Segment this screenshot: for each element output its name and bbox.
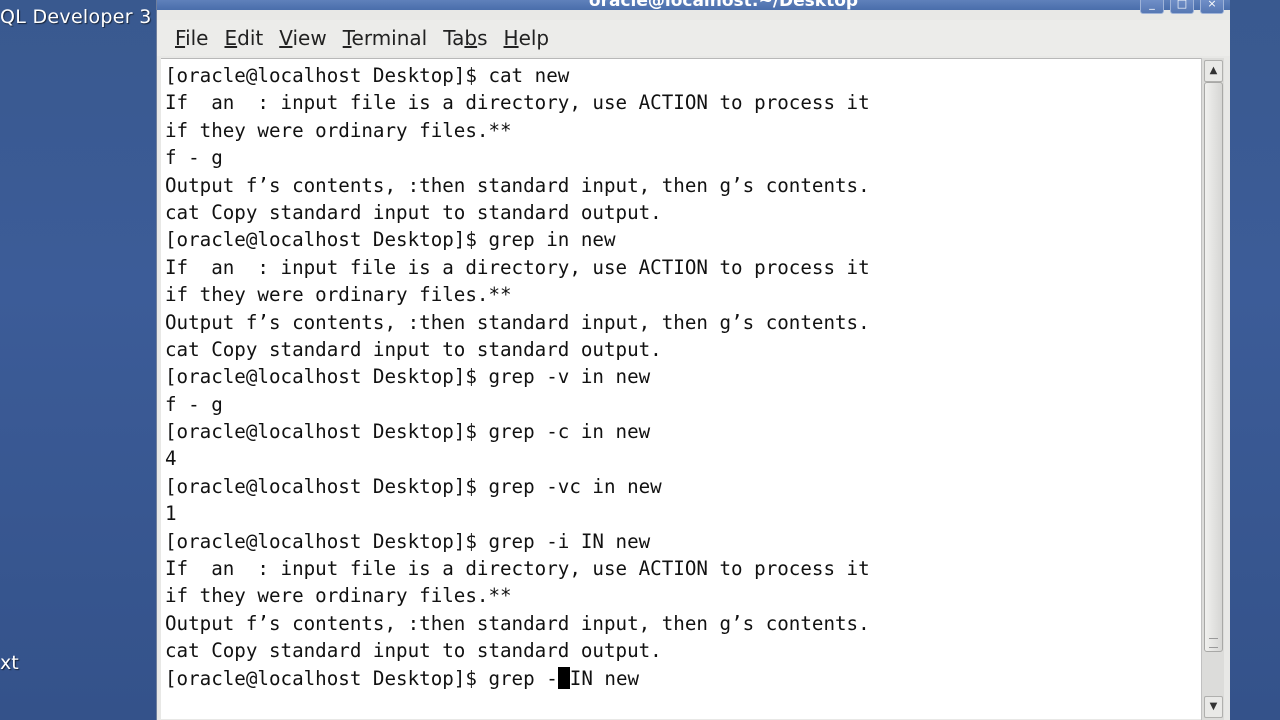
grip-icon [1209, 638, 1218, 648]
terminal-line: if they were ordinary files.** [165, 118, 512, 142]
window-title: oracle@localhost:~/Desktop [588, 0, 859, 10]
terminal-window: oracle@localhost:~/Desktop _ □ × File Edi… [157, 0, 1230, 720]
scroll-down-arrow-icon[interactable]: ▼ [1204, 696, 1223, 718]
scrollbar-thumb[interactable] [1204, 82, 1223, 652]
terminal-line: If an : input file is a directory, use A… [165, 255, 870, 279]
window-titlebar[interactable]: oracle@localhost:~/Desktop [157, 0, 1230, 10]
menu-file[interactable]: File [175, 24, 208, 52]
terminal-line: cat Copy standard input to standard outp… [165, 337, 662, 361]
terminal-line: cat Copy standard input to standard outp… [165, 200, 662, 224]
terminal-output[interactable]: [oracle@localhost Desktop]$ cat new If an… [161, 58, 1201, 719]
terminal-line: If an : input file is a directory, use A… [165, 557, 870, 581]
terminal-line: Output f’s contents, :then standard inpu… [165, 310, 870, 334]
maximize-button[interactable]: □ [1170, 0, 1194, 14]
terminal-line: [oracle@localhost Desktop]$ grep -i IN n… [165, 529, 651, 553]
terminal-line: if they were ordinary files.** [165, 584, 512, 608]
menu-help[interactable]: Help [504, 24, 550, 52]
terminal-lines: [oracle@localhost Desktop]$ cat new If an… [165, 62, 870, 692]
terminal-line: [oracle@localhost Desktop]$ grep -v in n… [165, 365, 651, 389]
terminal-line: Output f’s contents, :then standard inpu… [165, 611, 870, 635]
terminal-line: [oracle@localhost Desktop]$ grep -c in n… [165, 420, 651, 444]
terminal-line: Output f’s contents, :then standard inpu… [165, 173, 870, 197]
terminal-line: 1 [165, 502, 177, 526]
terminal-line: If an : input file is a directory, use A… [165, 91, 870, 115]
terminal-line: [oracle@localhost Desktop]$ cat new [165, 64, 570, 87]
terminal-line: f - g [165, 146, 223, 170]
terminal-line: if they were ordinary files.** [165, 283, 512, 307]
terminal-line: cat Copy standard input to standard outp… [165, 639, 662, 663]
minimize-button[interactable]: _ [1140, 0, 1164, 14]
close-button[interactable]: × [1200, 0, 1224, 14]
scroll-up-arrow-icon[interactable]: ▲ [1204, 60, 1223, 82]
text-cursor [557, 666, 570, 689]
menu-terminal[interactable]: Terminal [343, 24, 428, 52]
terminal-line: f - g [165, 392, 223, 416]
terminal-line: [oracle@localhost Desktop]$ grep in new [165, 228, 616, 252]
menu-view[interactable]: View [279, 24, 326, 52]
menu-edit[interactable]: Edit [224, 24, 263, 52]
terminal-prompt-line[interactable]: [oracle@localhost Desktop]$ grep - IN new [165, 665, 870, 692]
desktop-icon-label[interactable]: xt [0, 652, 19, 674]
vertical-scrollbar[interactable]: ▲ ▼ [1201, 58, 1224, 720]
desktop-icon-label-sql-developer[interactable]: QL Developer 3 [0, 6, 160, 28]
menu-tabs[interactable]: Tabs [443, 24, 487, 52]
terminal-line: [oracle@localhost Desktop]$ grep -vc in … [165, 474, 662, 498]
window-controls: _ □ × [1140, 0, 1224, 14]
terminal-line: 4 [165, 447, 177, 471]
menu-bar: File Edit View Terminal Tabs Help [157, 20, 1230, 56]
